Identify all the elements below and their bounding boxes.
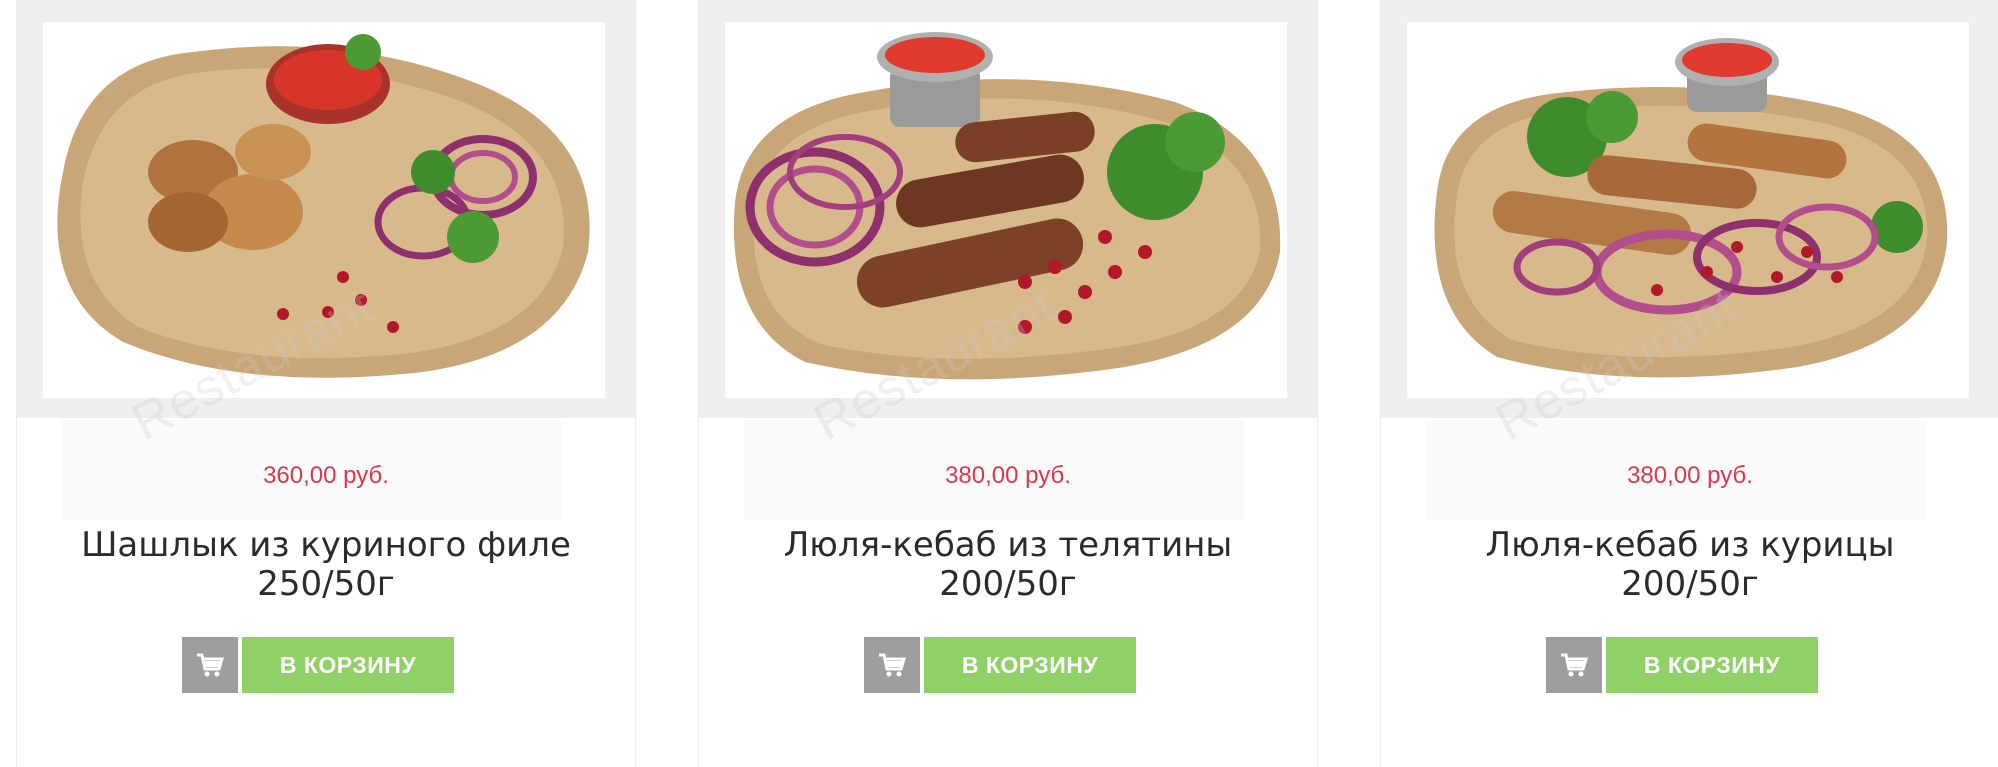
product-grid: Restaurant 360,00 руб. Шашлык из куриног… (0, 0, 1998, 767)
product-title-line1[interactable]: Люля-кебаб из курицы (1401, 526, 1979, 565)
product-title[interactable]: Шашлык из куриного филе 250/50г (37, 526, 615, 604)
add-to-cart-label[interactable]: В КОРЗИНУ (1606, 637, 1818, 693)
add-to-cart-label[interactable]: В КОРЗИНУ (242, 637, 454, 693)
shopping-cart-icon[interactable] (182, 637, 238, 693)
product-card: Restaurant 380,00 руб. Люля-кебаб из кур… (1380, 0, 1998, 767)
product-price: 380,00 руб. (1627, 462, 1753, 489)
product-title-line2[interactable]: 200/50г (1401, 565, 1979, 604)
product-title-line2[interactable]: 250/50г (37, 565, 615, 604)
shopping-cart-icon[interactable] (1546, 637, 1602, 693)
product-card: Restaurant 380,00 руб. Люля-кебаб из тел… (698, 0, 1318, 767)
product-title[interactable]: Люля-кебаб из курицы 200/50г (1401, 526, 1979, 604)
product-price: 360,00 руб. (263, 462, 389, 489)
add-to-cart-label[interactable]: В КОРЗИНУ (924, 637, 1136, 693)
add-to-cart-button[interactable]: В КОРЗИНУ (182, 637, 454, 693)
product-card: Restaurant 360,00 руб. Шашлык из куриног… (16, 0, 636, 767)
product-price: 380,00 руб. (945, 462, 1071, 489)
product-title-line1[interactable]: Шашлык из куриного филе (37, 526, 615, 565)
add-to-cart-button[interactable]: В КОРЗИНУ (1546, 637, 1818, 693)
product-title-line1[interactable]: Люля-кебаб из телятины (719, 526, 1297, 565)
product-title-line2[interactable]: 200/50г (719, 565, 1297, 604)
add-to-cart-button[interactable]: В КОРЗИНУ (864, 637, 1136, 693)
shopping-cart-icon[interactable] (864, 637, 920, 693)
product-title[interactable]: Люля-кебаб из телятины 200/50г (719, 526, 1297, 604)
